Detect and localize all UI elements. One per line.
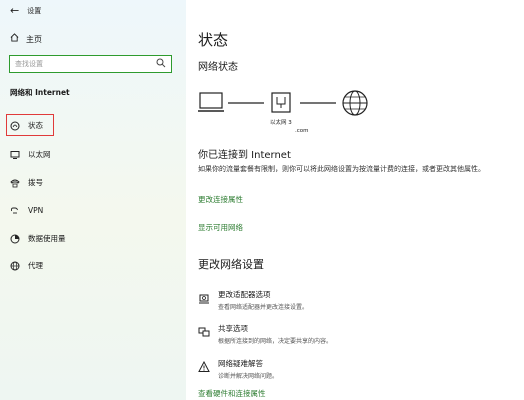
data-usage-icon <box>10 234 28 244</box>
computer-icon <box>198 92 224 112</box>
option-desc: 诊断并解决网络问题。 <box>218 373 279 380</box>
option-desc: 根据所连接到的网络，决定要共享的内容。 <box>218 338 333 345</box>
sidebar: ← 设置 主页 查找设置 网络和 Internet 状态 以太网 拨号 VPN <box>0 0 186 400</box>
sidebar-item-label: 代理 <box>28 261 43 270</box>
dialup-phone-icon <box>10 178 28 188</box>
main-content: 状态 网络状态 以太网 3 .com 你已连接到 Internet 如果你的流量… <box>186 0 524 400</box>
home-label: 主页 <box>26 35 42 44</box>
search-placeholder: 查找设置 <box>15 60 43 68</box>
network-status-heading: 网络状态 <box>198 62 238 73</box>
ethernet-port-icon <box>271 92 291 113</box>
option-desc: 查看网络适配器并更改连接设置。 <box>218 304 309 311</box>
sidebar-item-label: VPN <box>28 205 44 215</box>
option-adapter[interactable]: 更改适配器选项 查看网络适配器并更改连接设置。 <box>198 289 308 311</box>
sidebar-item-label: 状态 <box>28 121 43 130</box>
home-nav[interactable]: 主页 <box>10 33 42 45</box>
ethernet-monitor-icon <box>10 150 28 160</box>
search-input[interactable]: 查找设置 <box>9 55 172 73</box>
status-globe-icon <box>10 121 28 131</box>
sidebar-item-label: 拨号 <box>28 178 43 187</box>
sidebar-item-data-usage[interactable]: 数据使用量 <box>10 233 66 244</box>
titlebar: ← 设置 <box>10 4 41 17</box>
option-sharing[interactable]: 共享选项 根据所连接到的网络，决定要共享的内容。 <box>198 323 332 345</box>
home-icon <box>10 33 26 44</box>
window-title: 设置 <box>27 7 42 15</box>
sidebar-item-vpn[interactable]: VPN <box>10 205 43 215</box>
network-domain: .com <box>295 128 309 134</box>
network-name: 以太网 3 <box>270 120 292 126</box>
back-arrow-icon[interactable]: ← <box>10 4 19 17</box>
sidebar-item-proxy[interactable]: 代理 <box>10 260 43 271</box>
internet-globe-icon <box>342 90 368 116</box>
view-hardware-properties-link[interactable]: 查看硬件和连接属性 <box>198 388 266 399</box>
sidebar-item-status[interactable]: 状态 <box>10 120 43 131</box>
search-icon[interactable] <box>156 58 166 68</box>
vpn-icon <box>10 205 28 215</box>
show-available-networks-link[interactable]: 显示可用网络 <box>198 222 243 233</box>
section-title: 网络和 Internet <box>10 88 70 97</box>
option-title: 更改适配器选项 <box>218 290 271 299</box>
page-title: 状态 <box>198 31 229 49</box>
troubleshooter-warning-icon <box>198 358 218 380</box>
sharing-options-icon <box>198 323 218 345</box>
change-connection-properties-link[interactable]: 更改连接属性 <box>198 194 243 205</box>
proxy-globe-icon <box>10 261 28 271</box>
sidebar-item-label: 数据使用量 <box>28 234 66 243</box>
option-troubleshooter[interactable]: 网络疑难解答 诊断并解决网络问题。 <box>198 358 278 380</box>
change-network-settings-heading: 更改网络设置 <box>198 258 264 271</box>
sidebar-item-ethernet[interactable]: 以太网 <box>10 149 51 160</box>
connected-heading: 你已连接到 Internet <box>198 150 291 161</box>
adapter-options-icon <box>198 289 218 311</box>
sidebar-item-label: 以太网 <box>28 150 51 159</box>
option-title: 共享选项 <box>218 324 248 333</box>
connected-description: 如果你的流量套餐有限制，则你可以将此网络设置为按流量计费的连接，或者更改其他属性… <box>198 165 485 173</box>
sidebar-item-dialup[interactable]: 拨号 <box>10 177 43 188</box>
option-title: 网络疑难解答 <box>218 359 263 368</box>
